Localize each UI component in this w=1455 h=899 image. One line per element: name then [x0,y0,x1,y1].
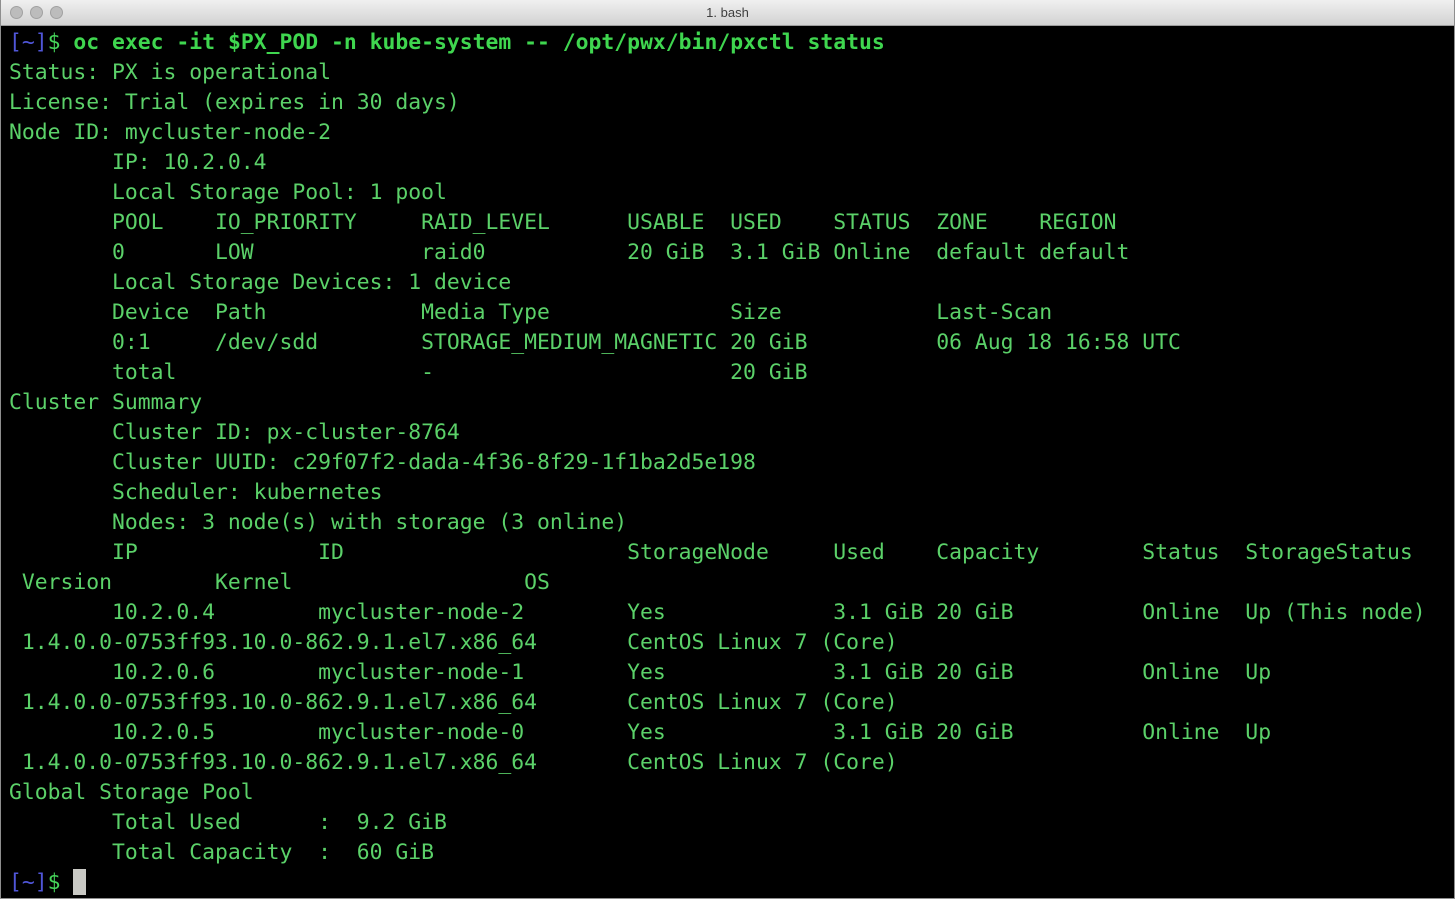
terminal-window: 1. bash [~]$ oc exec -it $PX_POD -n kube… [0,0,1455,899]
zoom-button[interactable] [50,6,63,19]
terminal-buffer: [~]$ oc exec -it $PX_POD -n kube-system … [9,28,1454,898]
prompt-path: [~] [9,870,48,895]
close-button[interactable] [10,6,23,19]
command-line: [~]$ oc exec -it $PX_POD -n kube-system … [9,30,885,55]
input-line: [~]$ [9,870,86,895]
command-text: oc exec -it $PX_POD -n kube-system -- /o… [73,30,884,55]
prompt-dollar-sign: $ [48,870,74,895]
command-output-text: Status: PX is operational License: Trial… [9,60,1426,865]
minimize-button[interactable] [30,6,43,19]
terminal-screen[interactable]: [~]$ oc exec -it $PX_POD -n kube-system … [1,26,1454,898]
window-titlebar[interactable]: 1. bash [1,0,1454,26]
text-cursor [73,869,86,895]
window-title: 1. bash [706,5,749,20]
traffic-lights [10,0,63,25]
prompt-path: [~] [9,30,48,55]
prompt-dollar-sign: $ [48,30,74,55]
